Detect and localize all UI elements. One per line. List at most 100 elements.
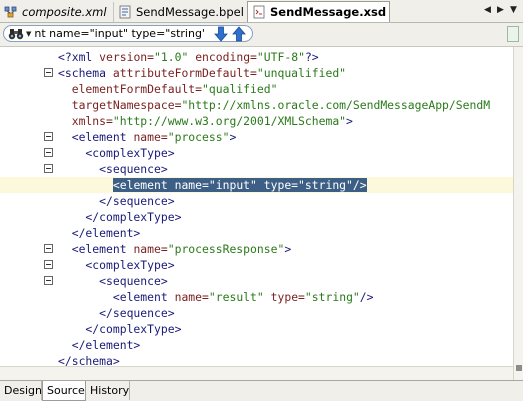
fold-toggle-icon[interactable] xyxy=(44,68,53,77)
code-text: <sequence> xyxy=(58,161,168,177)
code-token: encoding= xyxy=(195,50,257,64)
tab-history[interactable]: History xyxy=(86,381,130,400)
code-line[interactable]: xmlns="http://www.w3.org/2001/XMLSchema"… xyxy=(0,113,513,129)
code-text: elementFormDefault="qualified" xyxy=(58,81,278,97)
code-line[interactable]: <element name="process"> xyxy=(0,129,513,145)
code-text: <complexType> xyxy=(58,145,174,161)
code-line[interactable]: elementFormDefault="qualified" xyxy=(0,81,513,97)
fold-toggle-icon[interactable] xyxy=(44,276,53,285)
code-token: <element xyxy=(58,290,175,304)
code-line[interactable]: <element name="processResponse"> xyxy=(0,241,513,257)
code-text: <schema attributeFormDefault="unqualifie… xyxy=(58,65,346,81)
find-previous-icon[interactable] xyxy=(231,25,247,43)
code-token: "1.0" xyxy=(154,50,196,64)
code-token: <schema xyxy=(58,66,113,80)
code-text: </element> xyxy=(58,337,141,353)
code-line[interactable]: <element name="result" type="string"/> xyxy=(0,289,513,305)
fold-toggle-icon[interactable] xyxy=(44,260,53,269)
editor-tab-bar: composite.xml SendMessage.bpel SendMessa… xyxy=(0,0,523,23)
code-line[interactable]: </element> xyxy=(0,225,513,241)
code-token: "processResponse" xyxy=(167,242,285,256)
code-line[interactable]: </sequence> xyxy=(0,305,513,321)
source-editor[interactable]: <?xml version="1.0" encoding="UTF-8"?> <s… xyxy=(0,47,513,380)
fold-toggle-icon[interactable] xyxy=(44,164,53,173)
search-input[interactable] xyxy=(34,27,205,40)
code-token: "http://xmlns.oracle.com/SendMessageApp/… xyxy=(181,98,491,112)
overview-marker[interactable] xyxy=(516,365,522,371)
fold-toggle-icon[interactable] xyxy=(44,148,53,157)
code-text: </complexType> xyxy=(58,321,181,337)
tab-design[interactable]: Design xyxy=(0,381,42,400)
code-text: targetNamespace="http://xmlns.oracle.com… xyxy=(58,97,490,113)
code-token: </element> xyxy=(58,338,141,352)
code-text: </sequence> xyxy=(58,305,175,321)
tab-source[interactable]: Source xyxy=(42,381,86,401)
tab-list-dropdown-icon[interactable]: ▼ xyxy=(507,3,520,17)
code-line[interactable]: </complexType> xyxy=(0,321,513,337)
code-token: "qualified" xyxy=(202,82,278,96)
code-text: <complexType> xyxy=(58,257,174,273)
xsd-file-icon xyxy=(252,5,266,19)
bpel-file-icon xyxy=(118,5,132,19)
tab-controls: ◀ ▶ ▼ xyxy=(481,3,520,17)
code-token: > xyxy=(346,114,353,128)
code-token: targetNamespace= xyxy=(58,98,182,112)
tab-list-right-icon[interactable]: ▶ xyxy=(494,3,507,17)
code-line[interactable]: <sequence> xyxy=(0,273,513,289)
code-text: </sequence> xyxy=(58,193,175,209)
fold-toggle-icon[interactable] xyxy=(44,244,53,253)
code-line[interactable]: <complexType> xyxy=(0,145,513,161)
vertical-scrollbar[interactable] xyxy=(513,47,523,380)
tab-composite-xml[interactable]: composite.xml xyxy=(0,2,110,22)
code-line[interactable]: <complexType> xyxy=(0,257,513,273)
code-token: </sequence> xyxy=(58,194,175,208)
code-token: "unqualified" xyxy=(256,66,347,80)
tab-list-left-icon[interactable]: ◀ xyxy=(481,3,494,17)
code-token: > xyxy=(229,130,237,144)
tab-label: SendMessage.bpel xyxy=(136,5,244,19)
code-token: <element xyxy=(58,242,134,256)
code-text: xmlns="http://www.w3.org/2001/XMLSchema"… xyxy=(58,113,353,129)
code-token: <sequence> xyxy=(58,162,168,176)
composite-file-icon xyxy=(4,5,18,19)
code-text: </complexType> xyxy=(58,209,181,225)
code-token: ?> xyxy=(304,50,319,64)
code-text: <element name="process"> xyxy=(58,129,237,145)
code-text: <sequence> xyxy=(58,273,168,289)
code-line[interactable]: targetNamespace="http://xmlns.oracle.com… xyxy=(0,97,513,113)
code-token: <element xyxy=(58,130,134,144)
code-token: <?xml xyxy=(58,50,100,64)
tab-label: SendMessage.xsd xyxy=(270,5,387,19)
code-token: type= xyxy=(270,290,305,304)
code-text: <element name="processResponse"> xyxy=(58,241,291,257)
tab-sendmessage-bpel[interactable]: SendMessage.bpel xyxy=(113,2,245,22)
code-token: "process" xyxy=(167,130,230,144)
code-text: <?xml version="1.0" encoding="UTF-8"?> xyxy=(58,49,319,65)
binoculars-icon[interactable] xyxy=(8,28,24,40)
code-token: version= xyxy=(99,50,155,64)
code-token: </sequence> xyxy=(58,306,175,320)
code-line[interactable]: </sequence> xyxy=(0,193,513,209)
code-token: "result" xyxy=(208,290,271,304)
code-token: name= xyxy=(174,290,209,304)
incremental-search-toolbar: ▼ xyxy=(0,23,523,47)
editor-side-toggle-icon[interactable] xyxy=(507,26,519,42)
code-token: "UTF-8" xyxy=(256,50,305,64)
fold-toggle-icon[interactable] xyxy=(44,132,53,141)
code-line[interactable]: <?xml version="1.0" encoding="UTF-8"?> xyxy=(0,49,513,65)
find-next-icon[interactable] xyxy=(213,25,229,43)
horizontal-scrollbar[interactable] xyxy=(0,366,513,380)
code-line[interactable]: <sequence> xyxy=(0,161,513,177)
code-token: /> xyxy=(359,290,374,304)
code-line[interactable]: </element> xyxy=(0,337,513,353)
code-token: xmlns= xyxy=(58,114,113,128)
search-options-dropdown-icon[interactable]: ▼ xyxy=(26,30,31,38)
code-text: <element name="input" type="string"/> xyxy=(58,177,367,193)
code-line[interactable]: </complexType> xyxy=(0,209,513,225)
code-line-current[interactable]: <element name="input" type="string"/> xyxy=(0,177,513,193)
code-token: > xyxy=(284,242,292,256)
code-line[interactable]: <schema attributeFormDefault="unqualifie… xyxy=(0,65,513,81)
tab-sendmessage-xsd[interactable]: SendMessage.xsd xyxy=(247,1,390,22)
code-token: </complexType> xyxy=(58,210,182,224)
